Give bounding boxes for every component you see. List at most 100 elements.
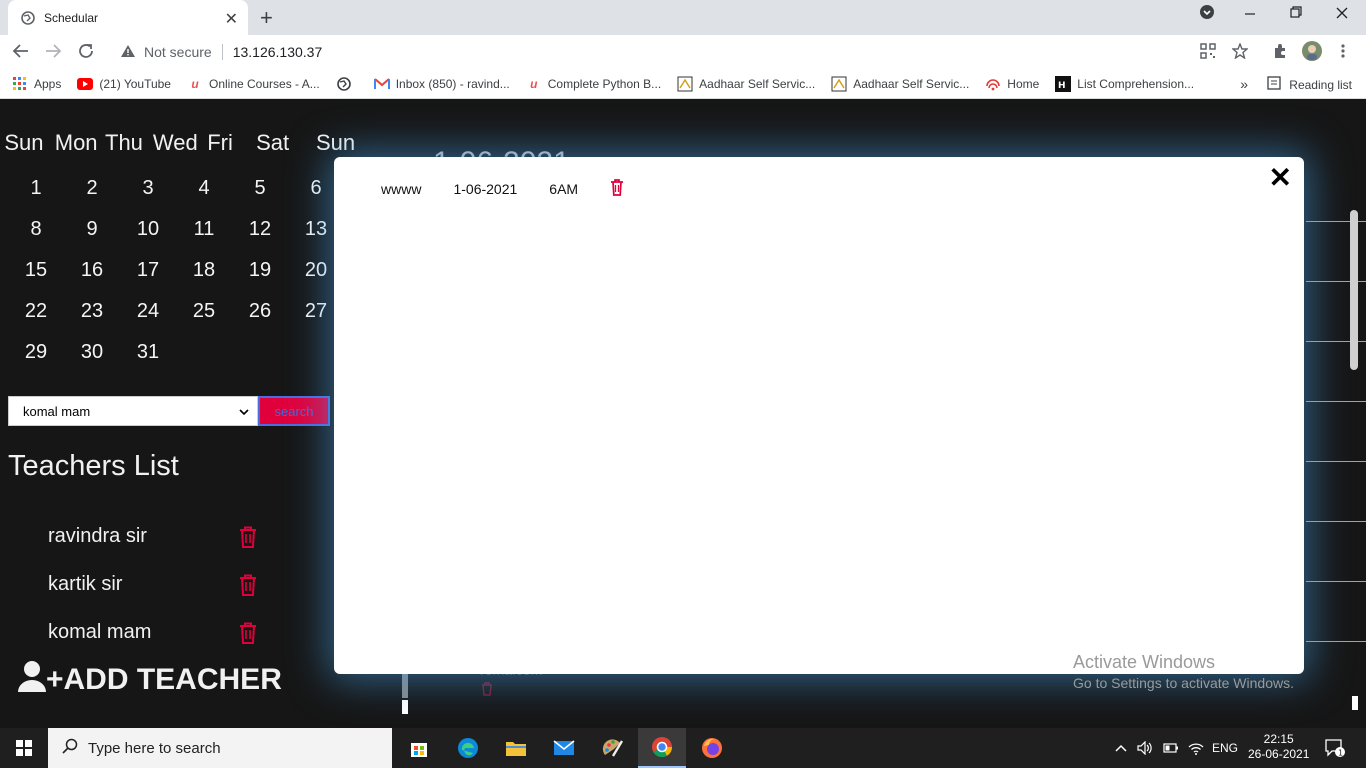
calendar-day[interactable]: 24 bbox=[128, 300, 168, 323]
scrollbar-thumb[interactable] bbox=[1350, 210, 1358, 370]
browser-tab[interactable]: Schedular ✕ bbox=[8, 0, 248, 35]
store-icon[interactable] bbox=[395, 728, 443, 768]
calendar-day[interactable]: 30 bbox=[72, 341, 112, 364]
extensions-icon[interactable] bbox=[1272, 43, 1288, 63]
windows-start-icon[interactable] bbox=[0, 728, 48, 768]
weekday-label: Sat bbox=[256, 130, 290, 155]
calendar-day[interactable]: 10 bbox=[128, 218, 168, 241]
url-text[interactable]: 13.126.130.37 bbox=[233, 44, 323, 60]
background-bar bbox=[402, 672, 408, 698]
teacher-select[interactable]: komal mam bbox=[8, 396, 258, 426]
windows-taskbar: Type here to search ENG 22:15 26-06-2021… bbox=[0, 728, 1366, 768]
profile-menu-icon[interactable] bbox=[1199, 4, 1215, 25]
bookmark-aadhaar-1[interactable]: Aadhaar Self Servic... bbox=[677, 76, 815, 92]
battery-icon[interactable] bbox=[1163, 728, 1179, 768]
delete-teacher-trash-icon[interactable] bbox=[238, 622, 258, 644]
home-icon bbox=[985, 76, 1001, 92]
taskbar-search-input[interactable]: Type here to search bbox=[48, 728, 392, 768]
qr-code-icon[interactable] bbox=[1200, 43, 1216, 63]
bookmark-label: Apps bbox=[34, 76, 62, 91]
wifi-icon[interactable] bbox=[1188, 728, 1204, 768]
calendar-day[interactable]: 3 bbox=[128, 177, 168, 200]
calendar-day[interactable]: 18 bbox=[184, 259, 224, 282]
calendar-day[interactable]: 2 bbox=[72, 177, 112, 200]
more-bookmarks-button[interactable]: » bbox=[1240, 76, 1248, 92]
close-window-icon[interactable] bbox=[1336, 4, 1348, 25]
calendar-day[interactable]: 15 bbox=[16, 259, 56, 282]
calendar-day[interactable]: 25 bbox=[184, 300, 224, 323]
calendar-day[interactable]: 27 bbox=[296, 300, 336, 323]
back-icon[interactable] bbox=[12, 42, 30, 65]
reload-icon[interactable] bbox=[77, 42, 95, 65]
calendar-day[interactable]: 12 bbox=[240, 218, 280, 241]
chrome-taskbar-icon[interactable] bbox=[638, 728, 686, 768]
file-explorer-icon[interactable] bbox=[492, 728, 540, 768]
calendar-day[interactable]: 9 bbox=[72, 218, 112, 241]
show-hidden-icons-chevron-icon[interactable] bbox=[1115, 728, 1127, 768]
calendar-day[interactable]: 20 bbox=[296, 259, 336, 282]
bookmark-python[interactable]: u Complete Python B... bbox=[526, 76, 661, 92]
delete-teacher-trash-icon[interactable] bbox=[238, 574, 258, 596]
schedule-modal: ✕ wwww 1-06-2021 6AM bbox=[334, 157, 1304, 674]
bookmark-star-icon[interactable] bbox=[1231, 42, 1249, 63]
udemy-icon: u bbox=[530, 76, 538, 91]
notification-icon[interactable]: 1 bbox=[1324, 728, 1346, 768]
paint-icon[interactable] bbox=[589, 728, 637, 768]
calendar-day[interactable]: 19 bbox=[240, 259, 280, 282]
edge-icon[interactable] bbox=[444, 728, 492, 768]
reading-list-button[interactable]: Reading list bbox=[1267, 76, 1352, 93]
add-teacher-button[interactable]: +ADD TEACHER bbox=[18, 660, 282, 700]
minimize-icon[interactable] bbox=[1244, 4, 1256, 25]
search-button[interactable]: search bbox=[258, 396, 330, 426]
volume-icon[interactable] bbox=[1137, 728, 1153, 768]
restore-icon[interactable] bbox=[1290, 4, 1302, 25]
aadhaar-icon bbox=[677, 76, 693, 92]
calendar-day[interactable]: 17 bbox=[128, 259, 168, 282]
firefox-icon[interactable] bbox=[688, 728, 736, 768]
delete-teacher-trash-icon[interactable] bbox=[238, 526, 258, 548]
tab-close-icon[interactable]: ✕ bbox=[225, 9, 238, 29]
avatar[interactable] bbox=[1302, 41, 1322, 65]
bookmark-youtube[interactable]: (21) YouTube bbox=[77, 76, 171, 92]
chrome-menu-icon[interactable] bbox=[1340, 43, 1346, 63]
bookmark-inbox[interactable]: Inbox (850) - ravind... bbox=[373, 76, 510, 92]
mail-icon[interactable] bbox=[540, 728, 588, 768]
bookmark-label: Complete Python B... bbox=[547, 76, 662, 91]
bookmark-aadhaar-2[interactable]: Aadhaar Self Servic... bbox=[831, 76, 969, 92]
calendar-day[interactable]: 6 bbox=[296, 177, 336, 200]
new-tab-button[interactable]: + bbox=[260, 5, 273, 31]
teacher-name[interactable]: ravindra sir bbox=[48, 525, 147, 548]
entry-title: wwww bbox=[381, 181, 422, 197]
calendar-day[interactable]: 11 bbox=[184, 218, 224, 241]
language-indicator[interactable]: ENG bbox=[1212, 728, 1238, 768]
bookmark-online-courses[interactable]: u Online Courses - A... bbox=[187, 76, 319, 92]
teacher-name[interactable]: kartik sir bbox=[48, 573, 122, 596]
calendar-day[interactable]: 5 bbox=[240, 177, 280, 200]
delete-entry-trash-icon[interactable] bbox=[610, 179, 624, 199]
background-trash-icon bbox=[480, 682, 494, 701]
bookmark-apps[interactable]: Apps bbox=[12, 76, 61, 92]
close-icon[interactable]: ✕ bbox=[1269, 161, 1292, 194]
calendar-day[interactable]: 31 bbox=[128, 341, 168, 364]
omnibox[interactable]: Not secure 13.126.130.37 bbox=[108, 38, 1258, 66]
calendar-day[interactable]: 29 bbox=[16, 341, 56, 364]
calendar-day[interactable]: 13 bbox=[296, 218, 336, 241]
calendar-day[interactable]: 1 bbox=[16, 177, 56, 200]
teacher-filter: komal mam search bbox=[8, 396, 330, 426]
bookmark-globe[interactable] bbox=[336, 76, 358, 92]
bookmark-label: Home bbox=[1007, 76, 1040, 91]
calendar-day[interactable]: 4 bbox=[184, 177, 224, 200]
background-bar bbox=[402, 700, 408, 714]
bookmark-home[interactable]: Home bbox=[985, 76, 1039, 92]
taskbar-clock[interactable]: 22:15 26-06-2021 bbox=[1248, 732, 1309, 762]
forward-icon[interactable] bbox=[44, 42, 62, 65]
bookmark-list-comprehension[interactable]: H List Comprehension... bbox=[1055, 75, 1194, 92]
teacher-name[interactable]: komal mam bbox=[48, 621, 151, 644]
calendar-day[interactable]: 16 bbox=[72, 259, 112, 282]
globe-icon bbox=[20, 10, 36, 26]
calendar-day[interactable]: 26 bbox=[240, 300, 280, 323]
calendar-day[interactable]: 22 bbox=[16, 300, 56, 323]
weekday-label: Sun bbox=[316, 130, 356, 155]
calendar-day[interactable]: 23 bbox=[72, 300, 112, 323]
calendar-day[interactable]: 8 bbox=[16, 218, 56, 241]
